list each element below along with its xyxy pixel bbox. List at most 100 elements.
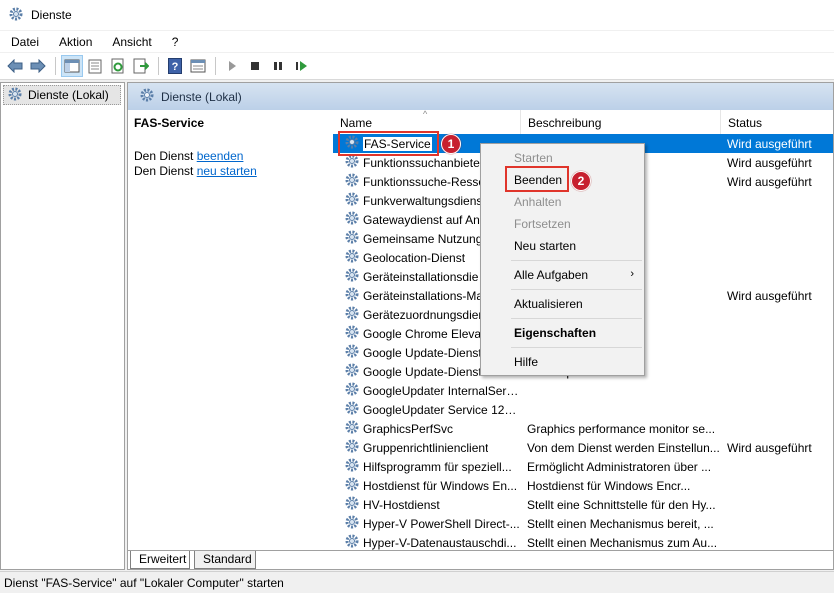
menu-item-help[interactable]: Hilfe — [481, 351, 644, 373]
restart-icon[interactable] — [290, 55, 312, 77]
service-name: Hyper-V PowerShell Direct-... — [363, 516, 520, 531]
service-name: Funktionssuche-Resso — [363, 174, 486, 189]
service-gear-icon — [344, 495, 360, 514]
service-name: Geräteinstallations-Ma — [363, 288, 484, 303]
service-gear-icon — [344, 248, 360, 267]
services-gear-icon — [8, 6, 24, 25]
export-list-icon[interactable] — [130, 55, 152, 77]
menu-item-pause[interactable]: Anhalten — [481, 191, 644, 213]
service-name-cell: GraphicsPerfSvc — [333, 419, 521, 438]
service-gear-icon — [344, 438, 360, 457]
help-icon[interactable]: ? — [164, 55, 186, 77]
service-gear-icon — [344, 305, 360, 324]
service-description: Stellt eine Schnittstelle für den Hy... — [527, 497, 716, 512]
toolbar: ? — [0, 53, 834, 80]
menu-separator — [511, 289, 642, 290]
toolbar-separator — [158, 57, 159, 75]
play-icon[interactable] — [221, 55, 243, 77]
service-gear-icon — [344, 210, 360, 229]
step-badge-1: 1 — [441, 134, 461, 154]
service-gear-icon — [344, 362, 360, 381]
service-gear-icon — [344, 400, 360, 419]
menu-aktion[interactable]: Aktion — [49, 35, 102, 49]
service-gear-icon — [344, 476, 360, 495]
step-badge-2: 2 — [571, 171, 591, 191]
stop-service-line: Den Dienst beenden — [134, 149, 244, 163]
service-name: Gruppenrichtlinienclient — [363, 440, 489, 455]
menu-item-all-tasks[interactable]: Alle Aufgaben › — [481, 264, 644, 286]
window-title: Dienste — [31, 8, 72, 22]
annotation-box-stop — [505, 166, 569, 192]
service-name: GoogleUpdater InternalServ... — [363, 383, 521, 398]
back-arrow-icon[interactable] — [4, 55, 26, 77]
table-row[interactable]: GoogleUpdater Service 126.... — [333, 400, 833, 419]
service-name-cell: GoogleUpdater InternalServ... — [333, 381, 521, 400]
menu-help[interactable]: ? — [162, 35, 189, 49]
table-row[interactable]: GoogleUpdater InternalServ... — [333, 381, 833, 400]
table-row[interactable]: Hyper-V PowerShell Direct-... Stellt eine… — [333, 514, 833, 533]
toolbar-separator — [55, 57, 56, 75]
service-status: Wird ausgeführt — [727, 155, 812, 170]
service-name: GoogleUpdater Service 126.... — [363, 402, 521, 417]
service-name: Funktionssuchanbiete — [363, 155, 480, 170]
service-description: Stellt einen Mechanismus bereit, ... — [527, 516, 714, 531]
service-name-cell: Hilfsprogramm für speziell... — [333, 457, 521, 476]
stop-icon[interactable] — [244, 55, 266, 77]
service-status: Wird ausgeführt — [727, 288, 812, 303]
service-name-cell: Hyper-V PowerShell Direct-... — [333, 514, 521, 533]
tab-standard[interactable]: Standard — [194, 551, 256, 569]
service-description: Hostdienst für Windows Encr... — [527, 478, 691, 493]
menu-item-restart[interactable]: Neu starten — [481, 235, 644, 257]
sort-ascending-icon: ^ — [423, 109, 428, 119]
menu-item-resume[interactable]: Fortsetzen — [481, 213, 644, 235]
pane-header: Dienste (Lokal) — [128, 83, 833, 110]
service-name: Geräteinstallationsdie — [363, 269, 479, 284]
table-row[interactable]: Hilfsprogramm für speziell... Ermöglicht … — [333, 457, 833, 476]
pause-icon[interactable] — [267, 55, 289, 77]
service-gear-icon — [344, 419, 360, 438]
column-header-description[interactable]: Beschreibung — [521, 110, 721, 134]
services-gear-icon — [139, 87, 155, 106]
service-status: Wird ausgeführt — [727, 440, 812, 455]
menu-ansicht[interactable]: Ansicht — [102, 35, 161, 49]
restart-service-line: Den Dienst neu starten — [134, 164, 257, 178]
menu-item-refresh[interactable]: Aktualisieren — [481, 293, 644, 315]
service-gear-icon — [344, 229, 360, 248]
menu-item-properties[interactable]: Eigenschaften — [481, 322, 644, 344]
service-name-cell: GoogleUpdater Service 126.... — [333, 400, 521, 419]
service-description: Graphics performance monitor se... — [527, 421, 716, 436]
service-name: Gerätezuordnungsdier — [363, 307, 483, 322]
service-name: Google Update-Dienst — [363, 364, 482, 379]
forward-arrow-icon[interactable] — [27, 55, 49, 77]
column-header-status[interactable]: Status — [721, 110, 833, 134]
restart-service-link[interactable]: neu starten — [197, 164, 257, 178]
service-name-cell: HV-Hostdienst — [333, 495, 521, 514]
menu-datei[interactable]: Datei — [0, 35, 49, 49]
service-gear-icon — [344, 514, 360, 533]
selected-service-title: FAS-Service — [134, 116, 205, 130]
title-bar: Dienste — [0, 0, 834, 30]
service-name-cell: Gruppenrichtlinienclient — [333, 438, 521, 457]
table-row[interactable]: GraphicsPerfSvc Graphics performance moni… — [333, 419, 833, 438]
table-row[interactable]: Gruppenrichtlinienclient Von dem Dienst w… — [333, 438, 833, 457]
console-tree-icon[interactable] — [61, 55, 83, 77]
service-name: Gatewaydienst auf An — [363, 212, 480, 227]
service-status: Wird ausgeführt — [727, 174, 812, 189]
service-name: GraphicsPerfSvc — [363, 421, 454, 436]
service-name-cell: Hostdienst für Windows En... — [333, 476, 521, 495]
service-gear-icon — [344, 324, 360, 343]
service-name: Google Update-Dienst — [363, 345, 482, 360]
annotation-box-service — [338, 131, 439, 156]
submenu-arrow-icon: › — [630, 268, 634, 280]
service-name: Geolocation-Dienst — [363, 250, 466, 265]
svg-text:?: ? — [172, 61, 179, 73]
service-description: Ermöglicht Administratoren über ... — [527, 459, 712, 474]
stop-service-link[interactable]: beenden — [197, 149, 244, 163]
refresh-icon[interactable] — [107, 55, 129, 77]
table-row[interactable]: Hostdienst für Windows En... Hostdienst f… — [333, 476, 833, 495]
tab-erweitert[interactable]: Erweitert — [130, 551, 190, 569]
view-icon[interactable] — [187, 55, 209, 77]
properties-icon[interactable] — [84, 55, 106, 77]
tree-item-services-local[interactable]: Dienste (Lokal) — [3, 85, 121, 105]
table-row[interactable]: HV-Hostdienst Stellt eine Schnittstelle f… — [333, 495, 833, 514]
